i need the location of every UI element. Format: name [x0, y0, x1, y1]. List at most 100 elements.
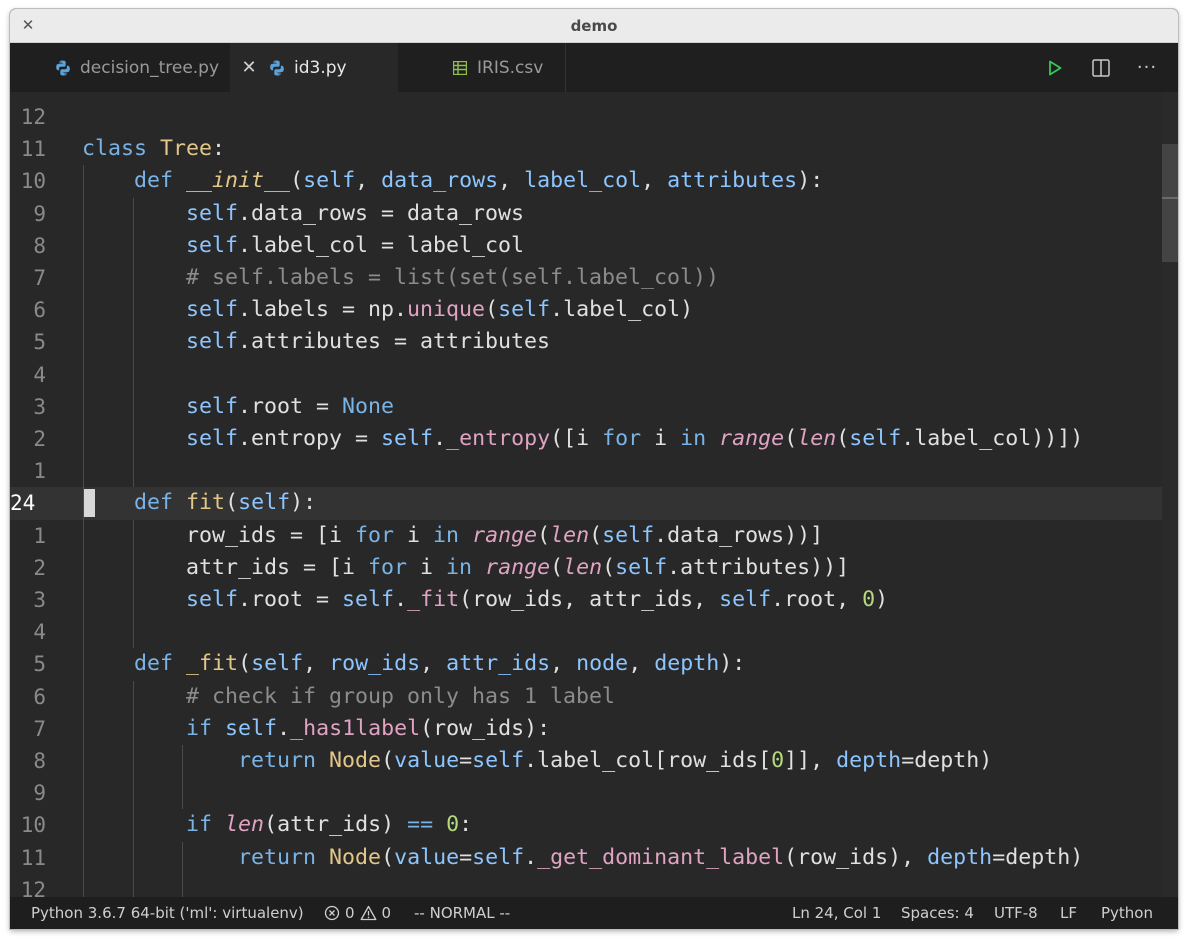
- code-line[interactable]: 8 self.label_col = label_col: [10, 230, 1162, 262]
- code-text: # check if group only has 1 label: [186, 683, 616, 709]
- code-text: def _fit(self, row_ids, attr_ids, node, …: [134, 651, 746, 677]
- editor-window: ✕ demo decision_tree.py ✕ id3.py IRIS.cs…: [10, 9, 1178, 929]
- code-line[interactable]: 5 def _fit(self, row_ids, attr_ids, node…: [10, 648, 1162, 680]
- line-number: 5: [33, 652, 46, 677]
- code-text: self.labels = np.unique(self.label_col): [186, 297, 694, 323]
- code-text: self.data_rows = data_rows: [186, 200, 525, 226]
- line-number: 12: [20, 105, 46, 129]
- tab-iris-csv[interactable]: IRIS.csv: [398, 43, 566, 92]
- error-icon: [324, 905, 340, 921]
- indent-guide: [132, 197, 134, 488]
- line-number: 8: [33, 233, 46, 258]
- code-line[interactable]: 6 self.labels = np.unique(self.label_col…: [10, 294, 1162, 326]
- code-text: self.label_col = label_col: [186, 232, 525, 258]
- indentation[interactable]: Spaces: 4: [901, 897, 974, 929]
- cursor-position[interactable]: Ln 24, Col 1: [792, 897, 881, 929]
- code-line[interactable]: 10 if len(attr_ids) == 0:: [10, 809, 1162, 841]
- code-line[interactable]: 3 self.root = self._fit(row_ids, attr_id…: [10, 584, 1162, 616]
- code-text: if self._has1label(row_ids):: [186, 715, 551, 741]
- tab-label: IRIS.csv: [477, 57, 544, 78]
- vertical-scrollbar[interactable]: [1162, 92, 1178, 897]
- scrollbar-thumb[interactable]: [1162, 144, 1178, 262]
- vim-mode: -- NORMAL --: [414, 904, 511, 922]
- code-line[interactable]: 6 # check if group only has 1 label: [10, 681, 1162, 713]
- block-cursor: [83, 489, 95, 518]
- window-title: demo: [570, 17, 618, 35]
- code-line[interactable]: 7 # self.labels = list(set(self.label_co…: [10, 262, 1162, 294]
- error-count: 0: [345, 904, 355, 922]
- code-line[interactable]: 4: [10, 359, 1162, 391]
- warning-count: 0: [381, 904, 392, 922]
- code-text: self.attributes = attributes: [186, 329, 551, 355]
- code-line[interactable]: 9 self.data_rows = data_rows: [10, 198, 1162, 230]
- line-ending[interactable]: LF: [1060, 897, 1077, 929]
- code-line[interactable]: 3 self.root = None: [10, 391, 1162, 423]
- code-text: return Node(value=self._get_dominant_lab…: [238, 844, 1084, 870]
- code-line[interactable]: 1 row_ids = [i for i in range(len(self.d…: [10, 520, 1162, 552]
- code-line[interactable]: 2 attr_ids = [i for i in range(len(self.…: [10, 552, 1162, 584]
- line-number: 4: [33, 620, 46, 645]
- indent-guide: [132, 680, 134, 906]
- more-actions-icon[interactable]: ···: [1137, 58, 1156, 77]
- code-text: return Node(value=self.label_col[row_ids…: [238, 748, 993, 773]
- code-line[interactable]: 7 if self._has1label(row_ids):: [10, 713, 1162, 745]
- line-number: 8: [33, 749, 46, 773]
- code-text: class Tree:: [82, 136, 226, 162]
- tab-label: decision_tree.py: [80, 57, 220, 78]
- line-number: 7: [33, 266, 46, 290]
- python-file-icon: [56, 60, 70, 75]
- code-text: def fit(self):: [134, 490, 317, 516]
- line-number: 3: [33, 394, 46, 419]
- python-file-icon: [270, 60, 284, 75]
- close-tab-icon[interactable]: ✕: [230, 57, 268, 78]
- code-text: if len(attr_ids) == 0:: [186, 812, 473, 838]
- line-number: 11: [20, 137, 46, 162]
- tab-label: id3.py: [294, 57, 347, 78]
- line-number: 4: [33, 362, 46, 387]
- split-editor-icon[interactable]: [1092, 58, 1110, 77]
- code-line[interactable]: 10 def __init__(self, data_rows, label_c…: [10, 165, 1162, 197]
- line-number: 5: [33, 330, 46, 355]
- line-number: 1: [33, 459, 46, 484]
- line-number: 11: [20, 845, 46, 870]
- indent-guide: [83, 165, 84, 906]
- tab-id3-active[interactable]: ✕ id3.py: [230, 43, 398, 92]
- line-number: 10: [20, 169, 46, 194]
- code-text: attr_ids = [i for i in range(len(self.at…: [82, 554, 850, 580]
- line-number: 6: [33, 298, 46, 323]
- line-number: 9: [33, 201, 46, 226]
- tab-bar: decision_tree.py ✕ id3.py IRIS.csv ···: [10, 43, 1178, 92]
- code-line[interactable]: 4: [10, 616, 1162, 648]
- editor-actions: ···: [1046, 43, 1156, 92]
- csv-file-icon: [453, 60, 467, 75]
- code-text: # self.labels = list(set(self.label_col)…: [186, 265, 720, 290]
- line-number: 1: [33, 523, 46, 548]
- code-text: self.root = self._fit(row_ids, attr_ids,…: [186, 587, 889, 612]
- code-line[interactable]: 5 self.attributes = attributes: [10, 326, 1162, 358]
- code-text: self.entropy = self._entropy([i for i in…: [186, 426, 1084, 451]
- code-line[interactable]: 1: [10, 455, 1162, 487]
- tab-decision-tree[interactable]: decision_tree.py: [54, 43, 230, 92]
- line-number: 24: [10, 491, 36, 516]
- problems-status[interactable]: 0 0: [324, 897, 391, 929]
- run-icon[interactable]: [1046, 59, 1064, 77]
- scrollbar-cursor-marker: [1162, 197, 1178, 199]
- line-number: 7: [33, 716, 46, 741]
- code-text: row_ids = [i for i in range(len(self.dat…: [82, 522, 824, 548]
- code-editor[interactable]: 12 11 class Tree: 10 def __init__(self, dat…: [10, 92, 1162, 906]
- code-text: self.root = None: [186, 393, 395, 419]
- line-number: 10: [20, 813, 46, 838]
- code-line[interactable]: 12: [10, 101, 1162, 133]
- code-line[interactable]: 2 self.entropy = self._entropy([i for i …: [10, 423, 1162, 455]
- interpreter-status[interactable]: Python 3.6.7 64-bit ('ml': virtualenv): [31, 897, 304, 929]
- encoding[interactable]: UTF-8: [994, 897, 1038, 929]
- indent-guide: [132, 519, 134, 649]
- line-number: 9: [33, 781, 46, 806]
- title-bar: ✕ demo: [10, 9, 1178, 43]
- language-mode[interactable]: Python: [1101, 897, 1153, 929]
- warning-icon: [360, 905, 376, 921]
- code-line[interactable]: 24 def fit(self):: [10, 487, 1162, 520]
- code-line[interactable]: 11 class Tree:: [10, 133, 1162, 165]
- line-number: 3: [33, 588, 46, 612]
- code-text: def __init__(self, data_rows, label_col,…: [134, 168, 824, 194]
